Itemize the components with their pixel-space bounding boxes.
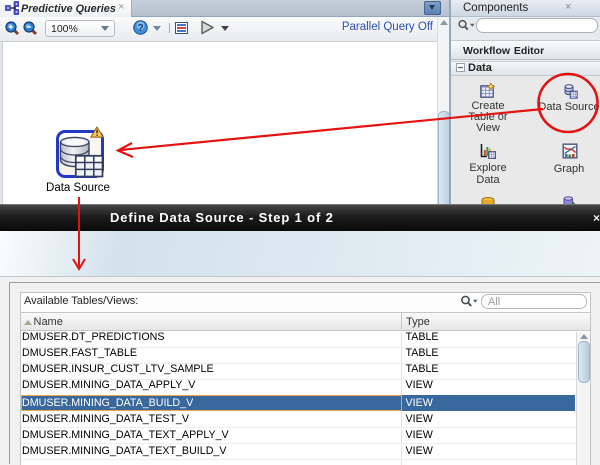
svg-text:?: ? <box>137 23 143 34</box>
